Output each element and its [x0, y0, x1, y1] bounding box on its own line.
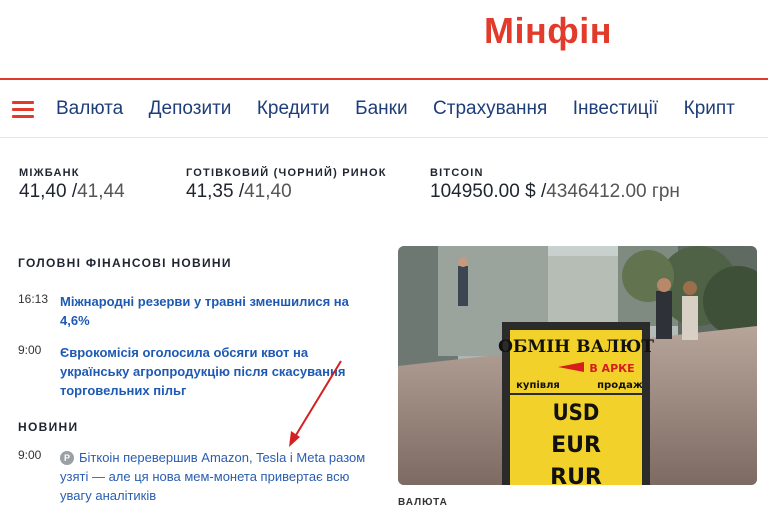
sign-arrow: В АРКЕ — [589, 362, 634, 375]
sign-buy: купівля — [516, 380, 560, 391]
sign-currency-usd: USD — [553, 401, 600, 426]
photo-caption[interactable]: ВАЛЮТА — [398, 497, 448, 507]
news-photo[interactable]: ОБМІН ВАЛЮТ В АРКЕ купівля продаж USD EU… — [398, 246, 757, 485]
sign-title: ОБМІН ВАЛЮТ — [498, 337, 654, 357]
sign-currency-rur: RUR — [550, 465, 602, 485]
sign-sell: продаж — [597, 380, 643, 391]
sign-currency-eur: EUR — [551, 433, 601, 458]
currency-exchange-image: ОБМІН ВАЛЮТ В АРКЕ купівля продаж USD EU… — [398, 246, 757, 485]
